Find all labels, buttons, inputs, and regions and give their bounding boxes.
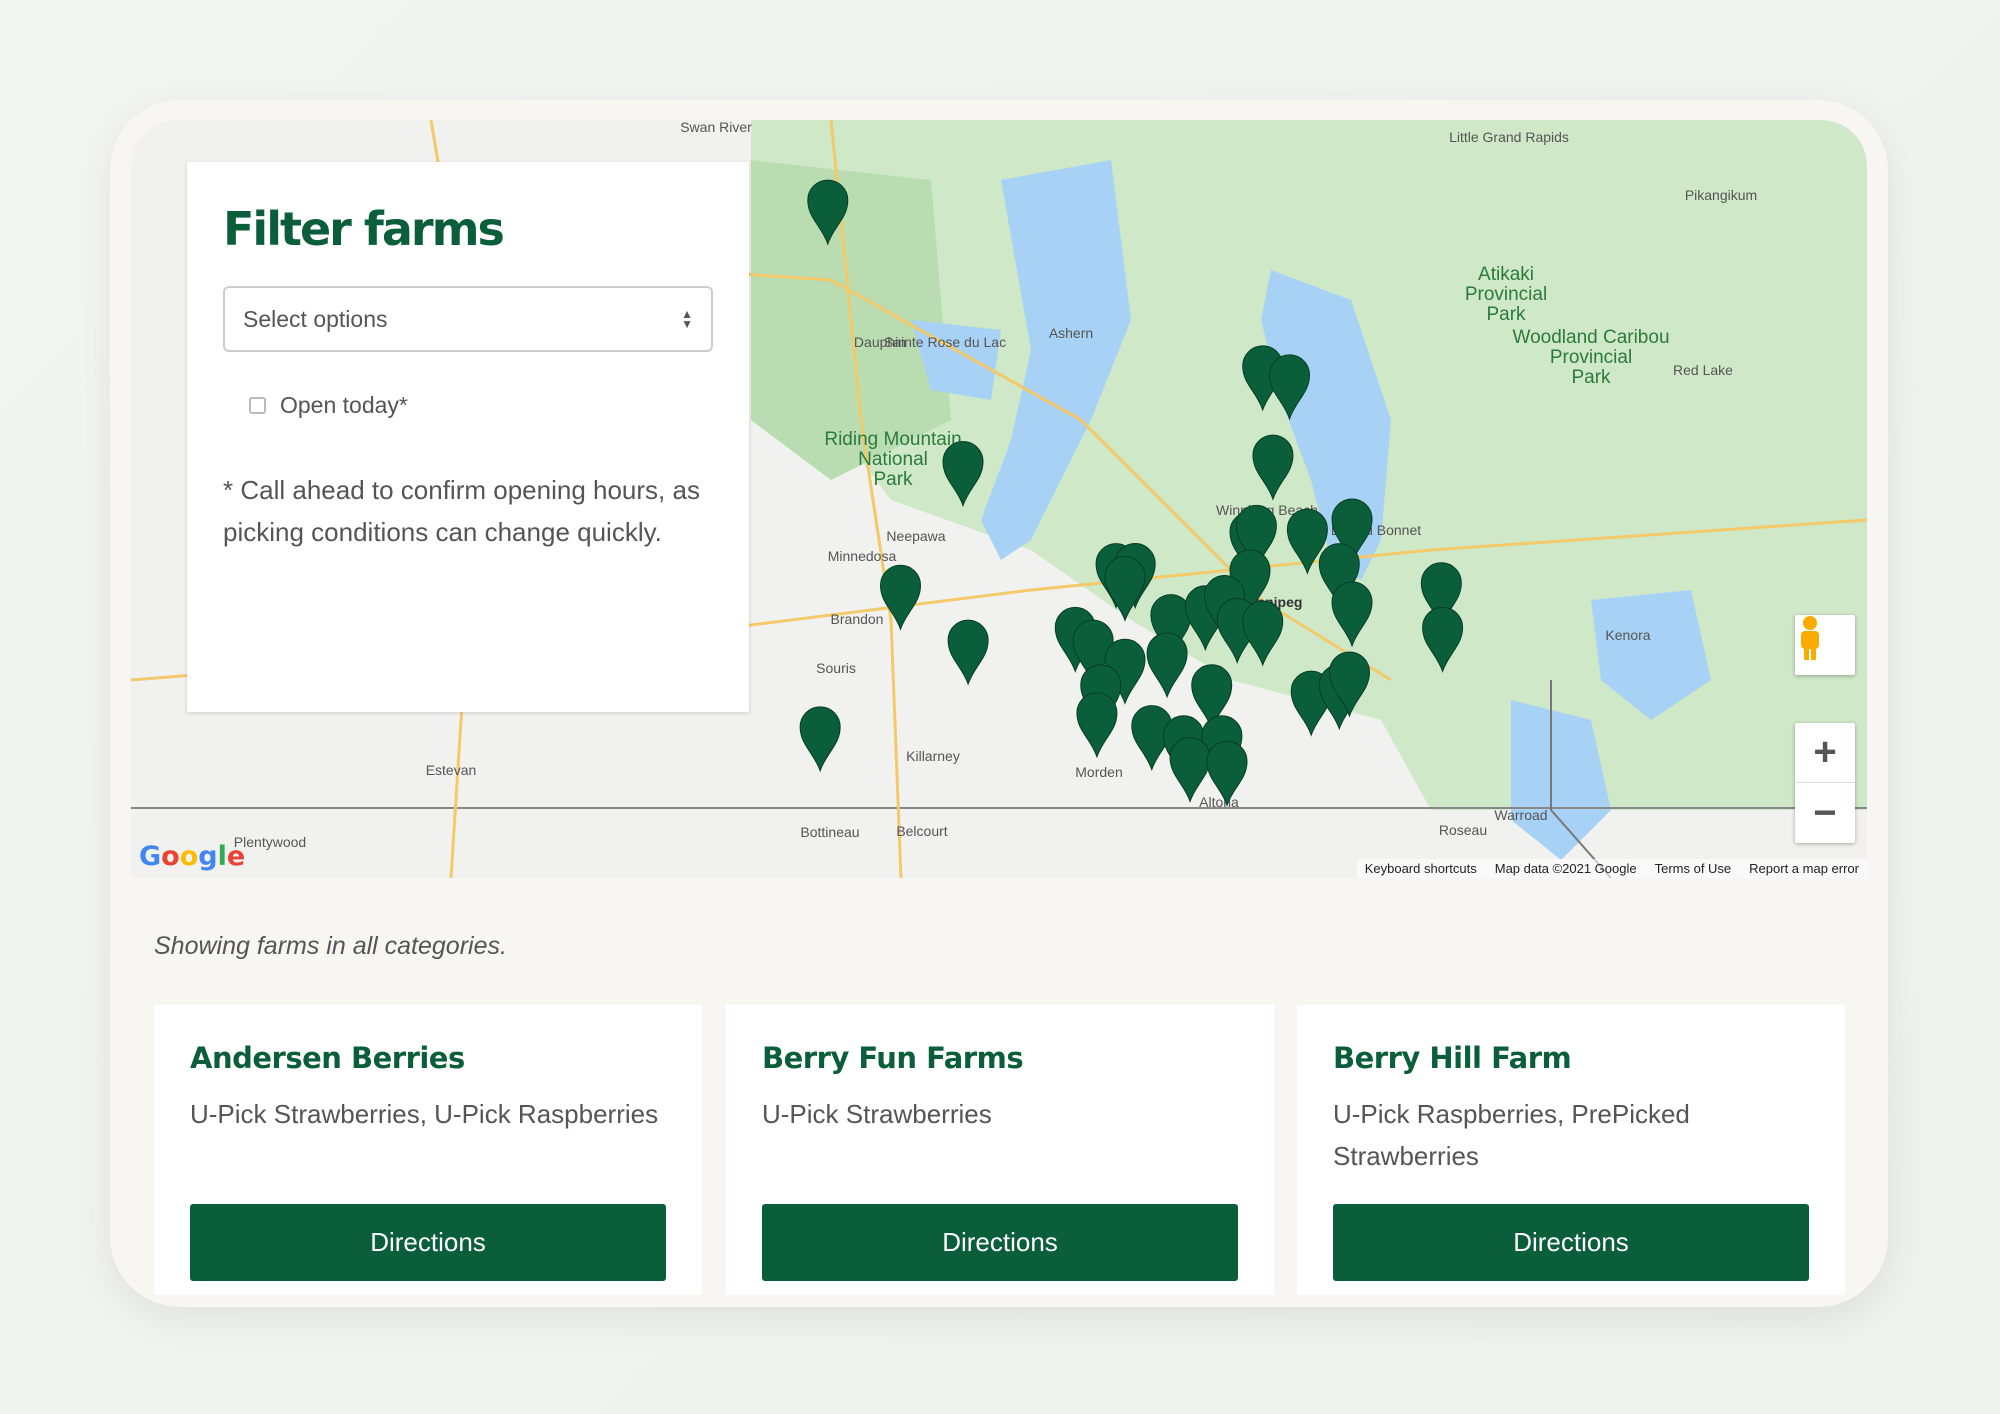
map-footer: Keyboard shortcuts Map data ©2021 Google…: [1356, 859, 1867, 878]
open-today-checkbox[interactable]: Open today*: [249, 392, 713, 419]
map-label: Ashern: [1049, 325, 1093, 341]
map-label: Red Lake: [1673, 362, 1733, 378]
farm-marker[interactable]: [947, 619, 989, 686]
map-label: Swan River: [680, 120, 752, 135]
map[interactable]: Swan River Little Grand Rapids Pikangikum D…: [131, 120, 1867, 878]
farm-marker[interactable]: [1076, 692, 1118, 759]
map-data-attribution: Map data ©2021 Google: [1494, 861, 1637, 876]
farm-name: Berry Fun Farms: [762, 1041, 1024, 1075]
directions-button[interactable]: Directions: [762, 1204, 1238, 1281]
map-label: Pikangikum: [1685, 187, 1757, 203]
street-view-pegman-button[interactable]: [1795, 615, 1855, 675]
select-arrows-icon: ▲ ▼: [681, 307, 693, 331]
farm-name: Berry Hill Farm: [1333, 1041, 1572, 1075]
map-label: Estevan: [426, 762, 477, 778]
map-label: Minnedosa: [828, 548, 897, 564]
farm-card: Andersen Berries U-Pick Strawberries, U-…: [154, 1005, 702, 1295]
map-label: Altona: [1199, 794, 1239, 810]
map-label: Neepawa: [886, 528, 945, 544]
select-placeholder: Select options: [243, 305, 388, 332]
map-label: Sainte Rose du Lac: [884, 334, 1006, 350]
farm-name: Andersen Berries: [190, 1041, 465, 1075]
category-select[interactable]: Select options ▲ ▼: [223, 286, 713, 352]
map-label: Warroad: [1494, 807, 1547, 823]
google-logo: Google: [139, 841, 246, 872]
filter-panel: Filter farms Select options ▲ ▼ Open toda…: [187, 162, 749, 712]
farm-marker[interactable]: [880, 564, 922, 631]
farm-categories: U-Pick Raspberries, PrePicked Strawberri…: [1333, 1099, 1690, 1171]
directions-button[interactable]: Directions: [190, 1204, 666, 1281]
farm-categories: U-Pick Strawberries: [762, 1099, 992, 1129]
open-today-label: Open today*: [280, 392, 408, 418]
terms-of-use-link[interactable]: Terms of Use: [1655, 861, 1732, 876]
filter-title: Filter farms: [223, 202, 505, 256]
directions-button[interactable]: Directions: [1333, 1204, 1809, 1281]
farm-marker[interactable]: [1146, 632, 1188, 699]
map-label: Roseau: [1439, 822, 1487, 838]
farm-marker[interactable]: [799, 706, 841, 773]
zoom-controls: + −: [1795, 723, 1855, 843]
results-status: Showing farms in all categories.: [154, 932, 507, 960]
map-label: Bottineau: [800, 824, 859, 840]
zoom-in-button[interactable]: +: [1795, 723, 1855, 783]
checkbox-icon[interactable]: [249, 397, 266, 414]
pegman-icon: [1801, 616, 1819, 660]
keyboard-shortcuts-link[interactable]: Keyboard shortcuts: [1365, 861, 1477, 876]
farm-marker[interactable]: [1169, 737, 1211, 804]
opening-hours-note: * Call ahead to confirm opening hours, a…: [223, 475, 700, 547]
map-label: Souris: [816, 660, 856, 676]
farm-card: Berry Fun Farms U-Pick Strawberries Dire…: [726, 1005, 1274, 1295]
map-label: Kenora: [1605, 627, 1650, 643]
map-label: Brandon: [831, 611, 884, 627]
map-label: Little Grand Rapids: [1449, 129, 1569, 145]
map-label: Belcourt: [896, 823, 947, 839]
farm-finder-card: Swan River Little Grand Rapids Pikangikum D…: [110, 100, 1888, 1307]
map-label: Killarney: [906, 748, 960, 764]
farm-categories: U-Pick Strawberries, U-Pick Raspberries: [190, 1099, 659, 1129]
report-map-error-link[interactable]: Report a map error: [1749, 861, 1859, 876]
zoom-out-button[interactable]: −: [1795, 783, 1855, 843]
farm-card: Berry Hill Farm U-Pick Raspberries, PreP…: [1297, 1005, 1845, 1295]
map-label: Morden: [1075, 764, 1122, 780]
